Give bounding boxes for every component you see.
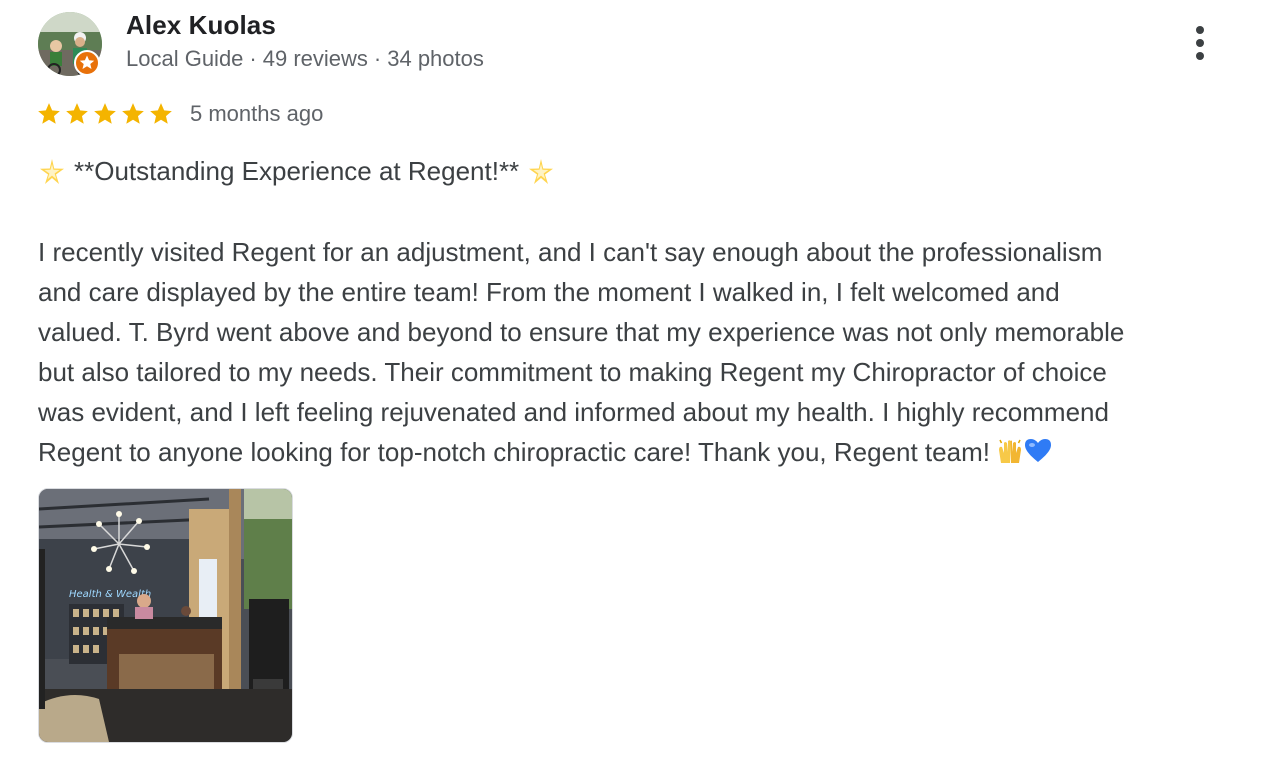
review-line: but also tailored to my needs. Their com… [38, 357, 1107, 387]
review-line: valued. T. Byrd went above and beyond to… [38, 317, 1125, 347]
more-options-button[interactable] [1186, 24, 1214, 64]
blue-heart-emoji [1024, 439, 1051, 462]
review-headline: **Outstanding Experience at Regent!** [38, 156, 555, 187]
clinic-reception-photo: Health & Wealth [39, 489, 292, 742]
review-line: and care displayed by the entire team! F… [38, 277, 1060, 307]
star-icon [38, 103, 60, 124]
review-line: I recently visited Regent for an adjustm… [38, 237, 1103, 267]
meta-separator: · [373, 46, 382, 71]
local-guide-star-icon [74, 50, 100, 76]
reviewer-level: Local Guide [126, 46, 244, 71]
review-body: I recently visited Regent for an adjustm… [38, 232, 1238, 472]
reviewer-review-count: 49 reviews [262, 46, 368, 71]
review-time: 5 months ago [190, 101, 324, 126]
reviewer-name[interactable]: Alex Kuolas [126, 10, 276, 41]
raising-hands-emoji [998, 439, 1021, 463]
star-icon [150, 103, 172, 124]
star-icon [94, 103, 116, 124]
review-line: was evident, and I left feeling rejuvena… [38, 397, 1109, 427]
reviewer-avatar[interactable] [38, 12, 102, 76]
star-icon [66, 103, 88, 124]
review-line: Regent to anyone looking for top-notch c… [38, 437, 990, 467]
star-rating [36, 100, 174, 130]
review-photo[interactable]: Health & Wealth [38, 488, 293, 743]
review-card: Alex Kuolas Local Guide · 49 reviews · 34 ph… [0, 0, 1266, 766]
review-line-last: Regent to anyone looking for top-notch c… [38, 432, 1238, 472]
reviewer-meta: Local Guide · 49 reviews · 34 photos [126, 46, 484, 72]
more-vert-icon [1196, 26, 1204, 60]
review-headline-text: **Outstanding Experience at Regent!** [74, 156, 520, 186]
glowing-star-emoji [40, 158, 64, 184]
reviewer-photo-count: 34 photos [387, 46, 484, 71]
meta-separator: · [249, 46, 257, 71]
glowing-star-emoji [529, 158, 554, 184]
star-icon [122, 103, 144, 124]
